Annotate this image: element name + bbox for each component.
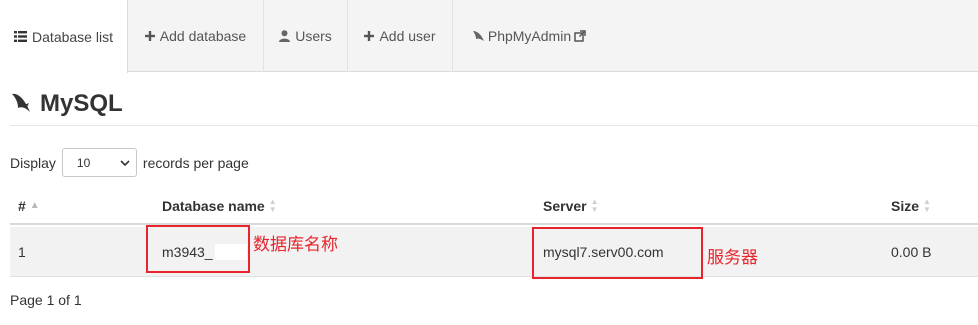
- sort-icon: ▲ ▼: [923, 197, 931, 214]
- records-per-page-select[interactable]: 10: [61, 148, 137, 177]
- mysql-dolphin-icon: [10, 92, 32, 117]
- column-label: Server: [543, 198, 587, 214]
- column-header-database-name[interactable]: Database name ▲ ▼: [162, 187, 277, 225]
- annotation-label-database-name: 数据库名称: [253, 235, 338, 254]
- annotation-label-server: 服务器: [707, 248, 758, 267]
- table-header: # ▲ Database name ▲ ▼ Server ▲ ▼ Size ▲ ▼: [10, 187, 978, 225]
- tab-label: Add database: [159, 28, 247, 44]
- column-header-index[interactable]: # ▲: [18, 187, 40, 225]
- tab-label: Users: [295, 28, 332, 44]
- user-icon: [279, 30, 291, 42]
- sort-asc-icon: ▲: [29, 200, 40, 211]
- length-suffix: records per page: [142, 154, 249, 171]
- dolphin-icon: [472, 30, 485, 42]
- tab-add-database[interactable]: Add database: [128, 0, 264, 72]
- tab-users[interactable]: Users: [264, 0, 348, 72]
- pagination-info: Page 1 of 1: [10, 292, 82, 308]
- select-value: 10: [76, 155, 91, 170]
- tab-label: Database list: [32, 28, 113, 45]
- column-label: #: [18, 198, 26, 214]
- tab-label: Add user: [379, 28, 436, 44]
- column-label: Size: [891, 198, 920, 214]
- sort-icon: ▲ ▼: [590, 197, 599, 214]
- divider: [10, 125, 978, 126]
- column-header-server[interactable]: Server ▲ ▼: [543, 187, 599, 225]
- list-icon: [14, 31, 28, 42]
- annotation-box-server: [532, 227, 703, 279]
- column-header-size[interactable]: Size ▲ ▼: [891, 187, 931, 225]
- page-title: MySQL: [40, 90, 123, 117]
- tab-phpmyadmin[interactable]: PhpMyAdmin: [453, 0, 605, 72]
- plus-icon: [364, 31, 375, 41]
- chevron-down-icon: [120, 156, 130, 170]
- length-prefix: Display: [10, 154, 56, 171]
- annotation-box-database-name: [146, 225, 250, 273]
- sort-icon: ▲ ▼: [268, 197, 277, 214]
- column-label: Database name: [162, 198, 265, 214]
- section-header: MySQL: [10, 90, 123, 118]
- cell-size: 0.00 B: [891, 244, 932, 260]
- cell-index: 1: [18, 244, 26, 260]
- tab-add-user[interactable]: Add user: [348, 0, 453, 72]
- tab-label: PhpMyAdmin: [487, 28, 572, 44]
- external-link-icon: [574, 30, 586, 42]
- tab-bar: Database list Add database Users Add use…: [0, 0, 978, 73]
- plus-icon: [144, 31, 155, 41]
- length-control: Display 10 records per page: [10, 148, 249, 177]
- tab-database-list[interactable]: Database list: [0, 0, 128, 73]
